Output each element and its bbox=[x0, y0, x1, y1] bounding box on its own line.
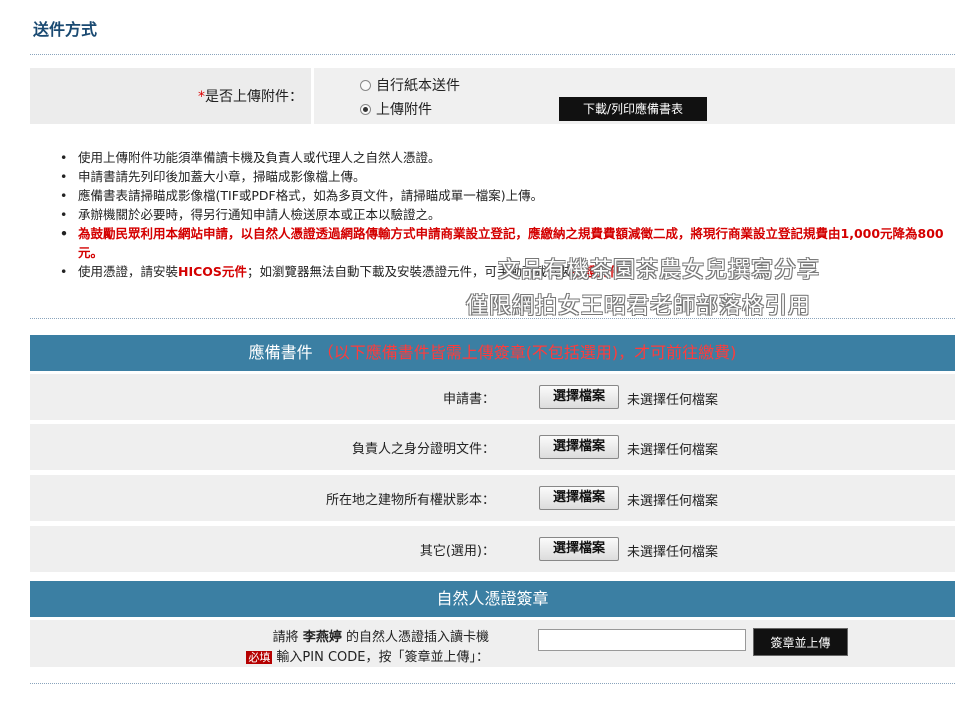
download-print-button[interactable]: 下載/列印應備書表 bbox=[559, 97, 707, 121]
no-file-text: 未選擇任何檔案 bbox=[627, 443, 719, 458]
watermark-line-1: 文品有機茶園茶農女兒撰寫分享 bbox=[498, 258, 821, 283]
no-file-text: 未選擇任何檔案 bbox=[627, 545, 719, 560]
file-label: 申請書： bbox=[442, 392, 495, 407]
signature-instruction-1: 請將 李燕婷 的自然人憑證插入讀卡機 bbox=[273, 626, 489, 645]
radio-paper-circle[interactable] bbox=[360, 79, 371, 91]
divider bbox=[30, 54, 955, 55]
pin-code-input[interactable] bbox=[538, 629, 746, 651]
choose-file-button[interactable]: 選擇檔案 bbox=[539, 486, 619, 510]
hicos-prefix: 使用憑證，請安裝 bbox=[78, 264, 179, 279]
note-item: 承辦機關於必要時，得另行通知申請人檢送原本或正本以驗證之。 bbox=[60, 205, 950, 224]
required-docs-title: 應備書件 bbox=[248, 343, 313, 362]
signature-header: 自然人憑證簽章 bbox=[30, 581, 955, 617]
holder-name: 李燕婷 bbox=[302, 630, 342, 645]
note-item: 使用上傳附件功能須準備讀卡機及負責人或代理人之自然人憑證。 bbox=[60, 148, 950, 167]
pin-instruction: 輸入PIN CODE，按「簽章並上傳」： bbox=[276, 650, 489, 665]
upload-label-cell: *是否上傳附件： bbox=[30, 68, 314, 124]
watermark-line-2: 僅限網拍女王昭君老師部落格引用 bbox=[466, 294, 812, 319]
radio-upload-circle[interactable] bbox=[360, 103, 371, 115]
upload-label-text: 是否上傳附件： bbox=[205, 89, 303, 105]
radio-paper[interactable]: 自行紙本送件 bbox=[360, 75, 460, 95]
no-file-text: 未選擇任何檔案 bbox=[627, 494, 719, 509]
upload-option-row: *是否上傳附件： 自行紙本送件 上傳附件 下載/列印應備書表 bbox=[30, 68, 955, 124]
file-row-building-deed: 所在地之建物所有權狀影本： 選擇檔案 未選擇任何檔案 bbox=[30, 475, 955, 521]
divider bbox=[30, 318, 955, 319]
file-label: 負責人之身分證明文件： bbox=[351, 442, 495, 457]
required-docs-note: （以下應備書件皆需上傳簽章(不包括選用)，才可前往繳費) bbox=[317, 343, 737, 362]
divider bbox=[30, 683, 955, 684]
choose-file-button[interactable]: 選擇檔案 bbox=[539, 537, 619, 561]
required-docs-header: 應備書件 （以下應備書件皆需上傳簽章(不包括選用)，才可前往繳費) bbox=[30, 335, 955, 371]
signature-instruction-2: 必填 輸入PIN CODE，按「簽章並上傳」： bbox=[246, 646, 489, 665]
sign-and-upload-button[interactable]: 簽章並上傳 bbox=[753, 628, 848, 656]
upload-label: *是否上傳附件： bbox=[198, 86, 303, 106]
radio-upload[interactable]: 上傳附件 bbox=[360, 99, 432, 119]
no-file-text: 未選擇任何檔案 bbox=[627, 393, 719, 408]
note-item: 應備書表請掃瞄成影像檔(TIF或PDF格式，如為多頁文件，請掃瞄成單一檔案)上傳… bbox=[60, 186, 950, 205]
file-row-id-document: 負責人之身分證明文件： 選擇檔案 未選擇任何檔案 bbox=[30, 424, 955, 470]
hicos-link[interactable]: HICOS元件 bbox=[178, 264, 247, 279]
file-label: 所在地之建物所有權狀影本： bbox=[325, 493, 495, 508]
sign-suffix: 的自然人憑證插入讀卡機 bbox=[345, 630, 489, 645]
file-label: 其它(選用)： bbox=[419, 544, 495, 559]
choose-file-button[interactable]: 選擇檔案 bbox=[539, 385, 619, 409]
required-mark: * bbox=[198, 89, 205, 105]
section-title: 送件方式 bbox=[33, 20, 98, 39]
choose-file-button[interactable]: 選擇檔案 bbox=[539, 435, 619, 459]
signature-row: 請將 李燕婷 的自然人憑證插入讀卡機 必填 輸入PIN CODE，按「簽章並上傳」… bbox=[30, 620, 955, 667]
file-row-application: 申請書： 選擇檔案 未選擇任何檔案 bbox=[30, 374, 955, 420]
radio-upload-label: 上傳附件 bbox=[376, 102, 432, 118]
file-row-other: 其它(選用)： 選擇檔案 未選擇任何檔案 bbox=[30, 526, 955, 572]
required-badge: 必填 bbox=[246, 651, 273, 664]
sign-prefix: 請將 bbox=[272, 630, 299, 645]
note-item: 申請書請先列印後加蓋大小章，掃瞄成影像檔上傳。 bbox=[60, 167, 950, 186]
radio-paper-label: 自行紙本送件 bbox=[376, 78, 460, 94]
